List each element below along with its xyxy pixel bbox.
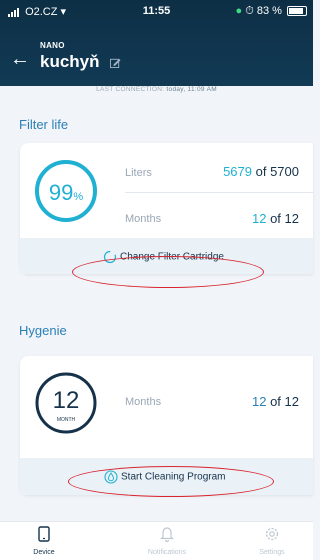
tab-device[interactable]: Device	[24, 526, 64, 556]
alarm-icon: ⏱	[245, 5, 254, 17]
hygiene-months-unit: MONTH	[56, 417, 76, 423]
filter-section-label: Filter life	[19, 117, 69, 132]
location-icon: ●	[235, 5, 243, 17]
app-header: O2.CZ ▾ 11:55 ● ⏱ 83 % ← NANO kuchyň	[0, 0, 313, 86]
tab-bar: Device Notifications Settings	[0, 521, 313, 560]
filter-months-current: 12	[251, 211, 267, 226]
last-connection-label: LAST CONNECTION:	[96, 86, 165, 93]
back-arrow-icon[interactable]: ←	[10, 49, 30, 69]
device-category: NANO	[40, 41, 65, 50]
liters-label: Liters	[125, 167, 152, 179]
battery-icon	[287, 6, 307, 17]
filter-percent-unit: %	[73, 191, 84, 203]
filter-percent: 99	[48, 180, 74, 205]
hygiene-section-label: Hygenie	[19, 323, 67, 338]
tab-settings[interactable]: Settings	[247, 526, 297, 556]
phone-icon	[38, 526, 50, 542]
divider	[125, 192, 313, 193]
highlight-ellipse	[68, 466, 274, 497]
highlight-ellipse	[72, 256, 264, 288]
filter-card: 99% Liters 5679 of 5700 Months 12 of 12 …	[20, 143, 313, 274]
battery-percent: 83 %	[256, 5, 282, 17]
filter-months-total: of 12	[270, 211, 299, 226]
liters-total: of 5700	[255, 164, 299, 179]
tab-notifications-label: Notifications	[147, 549, 187, 556]
hygiene-months-value: 12	[52, 387, 80, 414]
tab-settings-label: Settings	[259, 549, 285, 556]
gear-icon	[265, 527, 279, 541]
tab-notifications[interactable]: Notifications	[137, 526, 197, 556]
status-bar: O2.CZ ▾ 11:55 ● ⏱ 83 %	[0, 0, 313, 22]
page-title: kuchyň	[40, 52, 100, 71]
filter-months-value: 12 of 12	[252, 211, 299, 226]
last-connection: LAST CONNECTION: today, 11:09 AM	[0, 86, 313, 93]
edit-icon[interactable]	[110, 57, 121, 68]
hygiene-months-label: Months	[125, 396, 162, 408]
liters-current: 5679	[223, 164, 252, 179]
hygiene-months-count: 12 of 12	[252, 394, 299, 409]
last-connection-value: today, 11:09 AM	[166, 86, 217, 93]
hygiene-months-total: of 12	[270, 394, 299, 409]
hygiene-months-current: 12	[251, 394, 267, 409]
tab-device-label: Device	[33, 549, 55, 556]
filter-months-label: Months	[125, 213, 162, 225]
liters-value: 5679 of 5700	[223, 164, 299, 179]
bell-icon	[160, 527, 174, 543]
